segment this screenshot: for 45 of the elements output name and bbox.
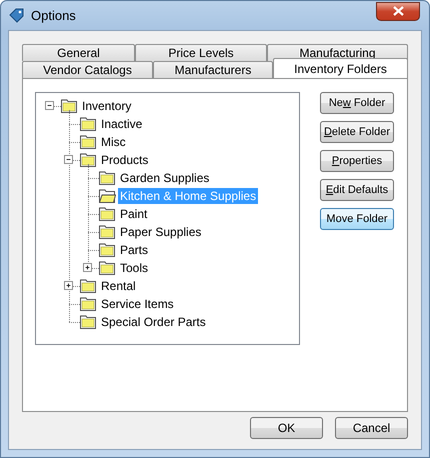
expand-icon[interactable]	[83, 263, 92, 272]
tab[interactable]: Inventory Folders	[273, 58, 408, 78]
folder-button[interactable]: Properties	[320, 150, 394, 172]
tree-item[interactable]: Inactive	[99, 116, 144, 132]
tab[interactable]: Manufacturers	[153, 61, 273, 78]
expand-icon[interactable]	[64, 281, 73, 290]
close-button[interactable]	[376, 2, 420, 20]
folder-icon	[80, 135, 97, 149]
tab[interactable]: Price Levels	[135, 44, 267, 61]
folder-icon	[99, 207, 116, 221]
cancel-button[interactable]: Cancel	[335, 417, 408, 439]
tree-item[interactable]: Inventory	[80, 98, 134, 114]
tree-item[interactable]: Parts	[118, 242, 150, 258]
tree-item[interactable]: Misc	[99, 134, 128, 150]
folder-button[interactable]: Move Folder	[320, 208, 394, 230]
folder-icon	[99, 171, 116, 185]
tree-item[interactable]: Tools	[118, 260, 150, 276]
tree-item[interactable]: Garden Supplies	[118, 170, 212, 186]
tab[interactable]: Vendor Catalogs	[22, 61, 153, 78]
tab[interactable]: General	[22, 44, 135, 61]
folder-button[interactable]: Delete Folder	[320, 121, 394, 143]
tree-item[interactable]: Paint	[118, 206, 150, 222]
folder-button[interactable]: Edit Defaults	[320, 179, 394, 201]
close-icon	[392, 6, 404, 16]
collapse-icon[interactable]	[64, 155, 73, 164]
folder-icon	[80, 279, 97, 293]
window-title: Options	[31, 8, 77, 23]
folder-icon	[80, 117, 97, 131]
folder-icon	[80, 297, 97, 311]
tree-item[interactable]: Products	[99, 152, 150, 168]
tree-item[interactable]: Special Order Parts	[99, 314, 208, 330]
folder-icon	[80, 315, 97, 329]
open-folder-icon	[99, 189, 116, 203]
folder-icon	[99, 261, 116, 275]
tree-item[interactable]: Service Items	[99, 296, 176, 312]
collapse-icon[interactable]	[45, 101, 54, 110]
tree-item[interactable]: Rental	[99, 278, 138, 294]
tag-icon	[9, 8, 25, 24]
ok-button[interactable]: OK	[250, 417, 323, 439]
folder-icon	[99, 243, 116, 257]
folder-button[interactable]: New Folder	[320, 92, 394, 114]
folder-icon	[80, 153, 97, 167]
folder-icon	[61, 99, 78, 113]
folder-icon	[99, 225, 116, 239]
tree-item[interactable]: Paper Supplies	[118, 224, 204, 240]
